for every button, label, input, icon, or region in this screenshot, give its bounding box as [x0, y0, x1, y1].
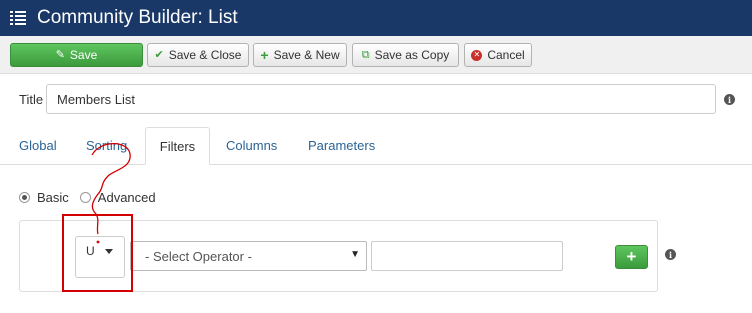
question-mark-annotation — [91, 142, 131, 244]
